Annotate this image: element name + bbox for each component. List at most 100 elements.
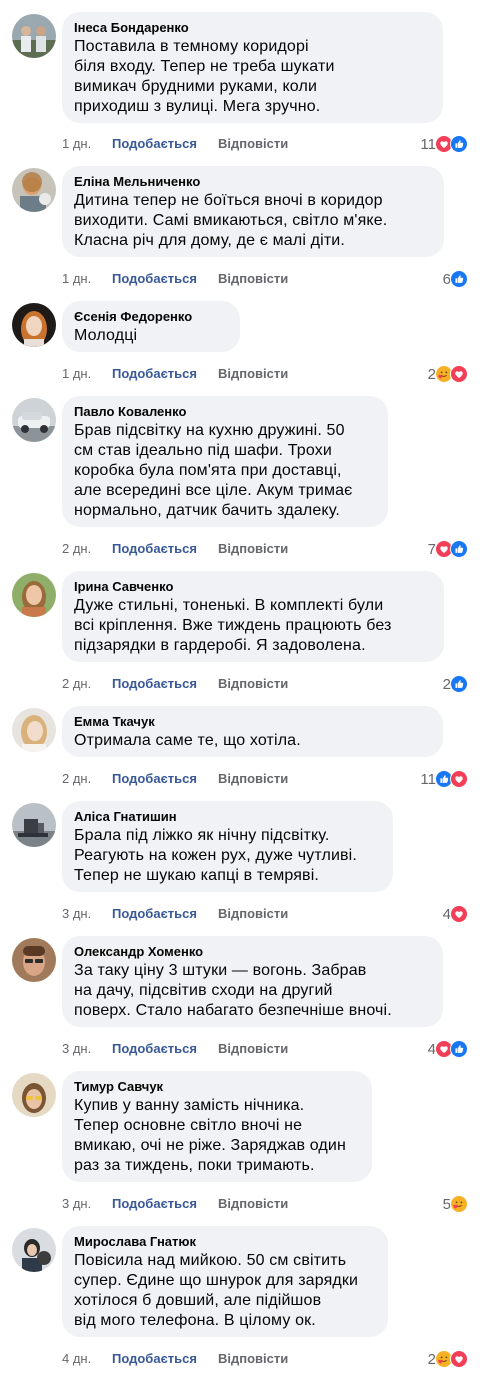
comment-actions: 3 дн. Подобається Відповісти (62, 1041, 288, 1057)
like-reaction-icon (450, 675, 468, 693)
like-button[interactable]: Подобається (112, 366, 218, 382)
comment-author[interactable]: Емма Ткачук (74, 713, 431, 730)
reply-button[interactable]: Відповісти (218, 906, 288, 922)
reaction-summary[interactable]: 11 (420, 133, 468, 155)
reaction-summary[interactable]: 5 (443, 1193, 468, 1215)
avatar[interactable] (12, 14, 56, 58)
comment-actions: 4 дн. Подобається Відповісти (62, 1351, 288, 1367)
love-reaction-icon (450, 1350, 468, 1368)
comment-actions: 1 дн. Подобається Відповісти (62, 136, 288, 152)
reply-button[interactable]: Відповісти (218, 1041, 288, 1057)
comment-bubble: Аліса Гнатишин Брала під ліжко як нічну … (62, 801, 393, 892)
comment-time[interactable]: 1 дн. (62, 366, 112, 382)
comment-author[interactable]: Інеса Бондаренко (74, 19, 431, 36)
reply-button[interactable]: Відповісти (218, 1351, 288, 1367)
comment-author[interactable]: Олександр Хоменко (74, 943, 431, 960)
avatar[interactable] (12, 1228, 56, 1272)
reaction-count: 11 (420, 770, 436, 788)
comment-text: Купив у ванну замість нічника. Тепер осн… (74, 1097, 346, 1174)
reply-button[interactable]: Відповісти (218, 136, 288, 152)
like-button[interactable]: Подобається (112, 1351, 218, 1367)
reaction-summary[interactable]: 11 (420, 768, 468, 790)
like-reaction-icon (450, 540, 468, 558)
comment-actions: 2 дн. Подобається Відповісти (62, 771, 288, 787)
comment-bubble: Павло Коваленко Брав підсвітку на кухню … (62, 396, 388, 527)
comment-author[interactable]: Павло Коваленко (74, 403, 376, 420)
avatar[interactable] (12, 1073, 56, 1117)
avatar[interactable] (12, 303, 56, 347)
comment-actions: 1 дн. Подобається Відповісти (62, 271, 288, 287)
reaction-summary[interactable]: 4 (428, 1038, 468, 1060)
like-button[interactable]: Подобається (112, 771, 218, 787)
avatar[interactable] (12, 708, 56, 752)
reply-button[interactable]: Відповісти (218, 271, 288, 287)
comment-author[interactable]: Ірина Савченко (74, 578, 432, 595)
avatar[interactable] (12, 573, 56, 617)
like-button[interactable]: Подобається (112, 271, 218, 287)
comment-text: Молодці (74, 327, 138, 344)
comment-time[interactable]: 2 дн. (62, 541, 112, 557)
reply-button[interactable]: Відповісти (218, 771, 288, 787)
comment-author[interactable]: Тимур Савчук (74, 1078, 360, 1095)
comment-text: Поставила в темному коридорі біля входу.… (74, 38, 335, 115)
comment-author[interactable]: Мирослава Гнатюк (74, 1233, 376, 1250)
avatar[interactable] (12, 938, 56, 982)
comment-bubble: Тимур Савчук Купив у ванну замість нічни… (62, 1071, 372, 1182)
avatar[interactable] (12, 803, 56, 847)
avatar[interactable] (12, 168, 56, 212)
comment-bubble: Ірина Савченко Дуже стильні, тоненькі. В… (62, 571, 444, 662)
comment-author[interactable]: Еліна Мельниченко (74, 173, 432, 190)
avatar[interactable] (12, 398, 56, 442)
comment-text: За таку ціну 3 штуки — вогонь. Забрав на… (74, 962, 392, 1019)
comment-text: Дуже стильні, тоненькі. В комплекті були… (74, 597, 392, 654)
comment-bubble: Єсенія Федоренко Молодці (62, 301, 240, 352)
like-reaction-icon (450, 270, 468, 288)
comment-time[interactable]: 2 дн. (62, 676, 112, 692)
like-reaction-icon (450, 135, 468, 153)
comment-time[interactable]: 3 дн. (62, 906, 112, 922)
comment-text: Дитина тепер не боїться вночі в коридор … (74, 192, 388, 249)
love-reaction-icon (450, 770, 468, 788)
comment-text: Отримала саме те, що хотіла. (74, 732, 301, 749)
care-reaction-icon (450, 1195, 468, 1213)
reaction-summary[interactable]: 7 (428, 538, 468, 560)
like-button[interactable]: Подобається (112, 1196, 218, 1212)
comment-bubble: Мирослава Гнатюк Повісила над мийкою. 50… (62, 1226, 388, 1337)
comment-bubble: Інеса Бондаренко Поставила в темному кор… (62, 12, 443, 123)
comment-actions: 3 дн. Подобається Відповісти (62, 906, 288, 922)
comment-author[interactable]: Аліса Гнатишин (74, 808, 381, 825)
comment-text: Брав підсвітку на кухню дружині. 50 см с… (74, 422, 353, 519)
like-button[interactable]: Подобається (112, 541, 218, 557)
comment-text: Повісила над мийкою. 50 см світить супер… (74, 1252, 359, 1329)
comment-time[interactable]: 2 дн. (62, 771, 112, 787)
reaction-summary[interactable]: 2 (428, 1348, 468, 1370)
comment-bubble: Олександр Хоменко За таку ціну 3 штуки —… (62, 936, 443, 1027)
reply-button[interactable]: Відповісти (218, 541, 288, 557)
comment-time[interactable]: 3 дн. (62, 1041, 112, 1057)
comment-time[interactable]: 4 дн. (62, 1351, 112, 1367)
comment-actions: 2 дн. Подобається Відповісти (62, 676, 288, 692)
like-button[interactable]: Подобається (112, 1041, 218, 1057)
reply-button[interactable]: Відповісти (218, 1196, 288, 1212)
reaction-summary[interactable]: 6 (443, 268, 468, 290)
comment-actions: 2 дн. Подобається Відповісти (62, 541, 288, 557)
comment-text: Брала під ліжко як нічну підсвітку. Реаг… (74, 827, 357, 884)
comment-time[interactable]: 1 дн. (62, 136, 112, 152)
comment-author[interactable]: Єсенія Федоренко (74, 308, 228, 325)
like-button[interactable]: Подобається (112, 676, 218, 692)
reaction-summary[interactable]: 2 (443, 673, 468, 695)
reaction-summary[interactable]: 2 (428, 363, 468, 385)
reply-button[interactable]: Відповісти (218, 676, 288, 692)
like-button[interactable]: Подобається (112, 136, 218, 152)
love-reaction-icon (450, 905, 468, 923)
like-button[interactable]: Подобається (112, 906, 218, 922)
reaction-count: 11 (420, 135, 436, 153)
like-reaction-icon (450, 1040, 468, 1058)
comment-actions: 3 дн. Подобається Відповісти (62, 1196, 288, 1212)
love-reaction-icon (450, 365, 468, 383)
reaction-summary[interactable]: 4 (443, 903, 468, 925)
comment-time[interactable]: 3 дн. (62, 1196, 112, 1212)
comment-actions: 1 дн. Подобається Відповісти (62, 366, 288, 382)
comment-time[interactable]: 1 дн. (62, 271, 112, 287)
reply-button[interactable]: Відповісти (218, 366, 288, 382)
